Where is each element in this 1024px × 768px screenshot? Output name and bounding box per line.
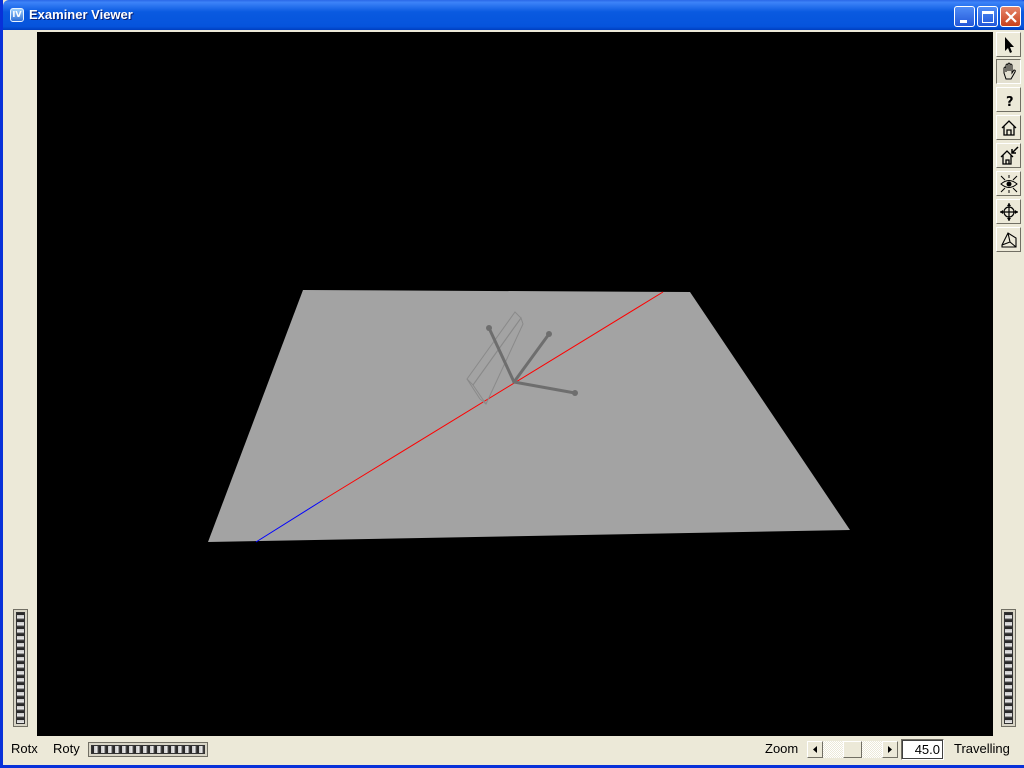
house-arrow-icon bbox=[1000, 146, 1019, 165]
view-all-button[interactable] bbox=[996, 171, 1021, 196]
set-home-button[interactable] bbox=[996, 143, 1021, 168]
help-button[interactable]: ? bbox=[996, 87, 1021, 112]
home-button[interactable] bbox=[996, 115, 1021, 140]
rotx-thumbwheel[interactable] bbox=[13, 609, 28, 727]
app-icon: IV bbox=[10, 8, 24, 22]
arrow-pointer-icon bbox=[1005, 37, 1014, 53]
title-bar[interactable]: IV Examiner Viewer bbox=[3, 0, 1024, 30]
perspective-toggle-button[interactable] bbox=[996, 227, 1021, 252]
3d-viewport[interactable] bbox=[37, 32, 993, 736]
arrow-right-icon bbox=[888, 746, 892, 753]
dolly-label: Travelling bbox=[954, 741, 1010, 756]
hand-icon bbox=[1003, 62, 1016, 80]
maximize-icon bbox=[982, 11, 994, 23]
crosshair-icon bbox=[1000, 203, 1018, 221]
seek-button[interactable] bbox=[996, 199, 1021, 224]
window-title: Examiner Viewer bbox=[29, 7, 133, 22]
minimize-icon bbox=[960, 20, 967, 23]
zoom-value-field[interactable]: 45.0 bbox=[901, 739, 944, 760]
zoom-increase-button[interactable] bbox=[882, 741, 898, 758]
question-mark-icon: ? bbox=[1006, 95, 1014, 110]
arrow-left-icon bbox=[813, 746, 817, 753]
zoom-decrease-button[interactable] bbox=[807, 741, 823, 758]
svg-text:?: ? bbox=[1006, 95, 1014, 110]
rotx-label: Rotx bbox=[11, 741, 38, 756]
house-icon bbox=[1001, 120, 1017, 136]
select-mode-button[interactable] bbox=[996, 32, 1021, 57]
close-icon bbox=[1005, 11, 1017, 23]
examiner-viewer-window: IV Examiner Viewer ? Rotx Roty Zoom 45.0… bbox=[0, 0, 1024, 768]
zoom-slider-thumb[interactable] bbox=[843, 741, 862, 758]
roty-label: Roty bbox=[53, 741, 80, 756]
eye-icon bbox=[1000, 175, 1018, 193]
maximize-button[interactable] bbox=[977, 6, 998, 27]
perspective-cube-icon bbox=[1001, 232, 1017, 248]
dolly-thumbwheel[interactable] bbox=[1001, 609, 1016, 727]
scene-canvas bbox=[208, 290, 850, 543]
close-button[interactable] bbox=[1000, 6, 1021, 27]
ground-plane bbox=[208, 290, 850, 542]
zoom-label: Zoom bbox=[765, 741, 799, 756]
view-mode-button[interactable] bbox=[996, 59, 1021, 84]
roty-thumbwheel[interactable] bbox=[88, 742, 208, 757]
minimize-button[interactable] bbox=[954, 6, 975, 27]
